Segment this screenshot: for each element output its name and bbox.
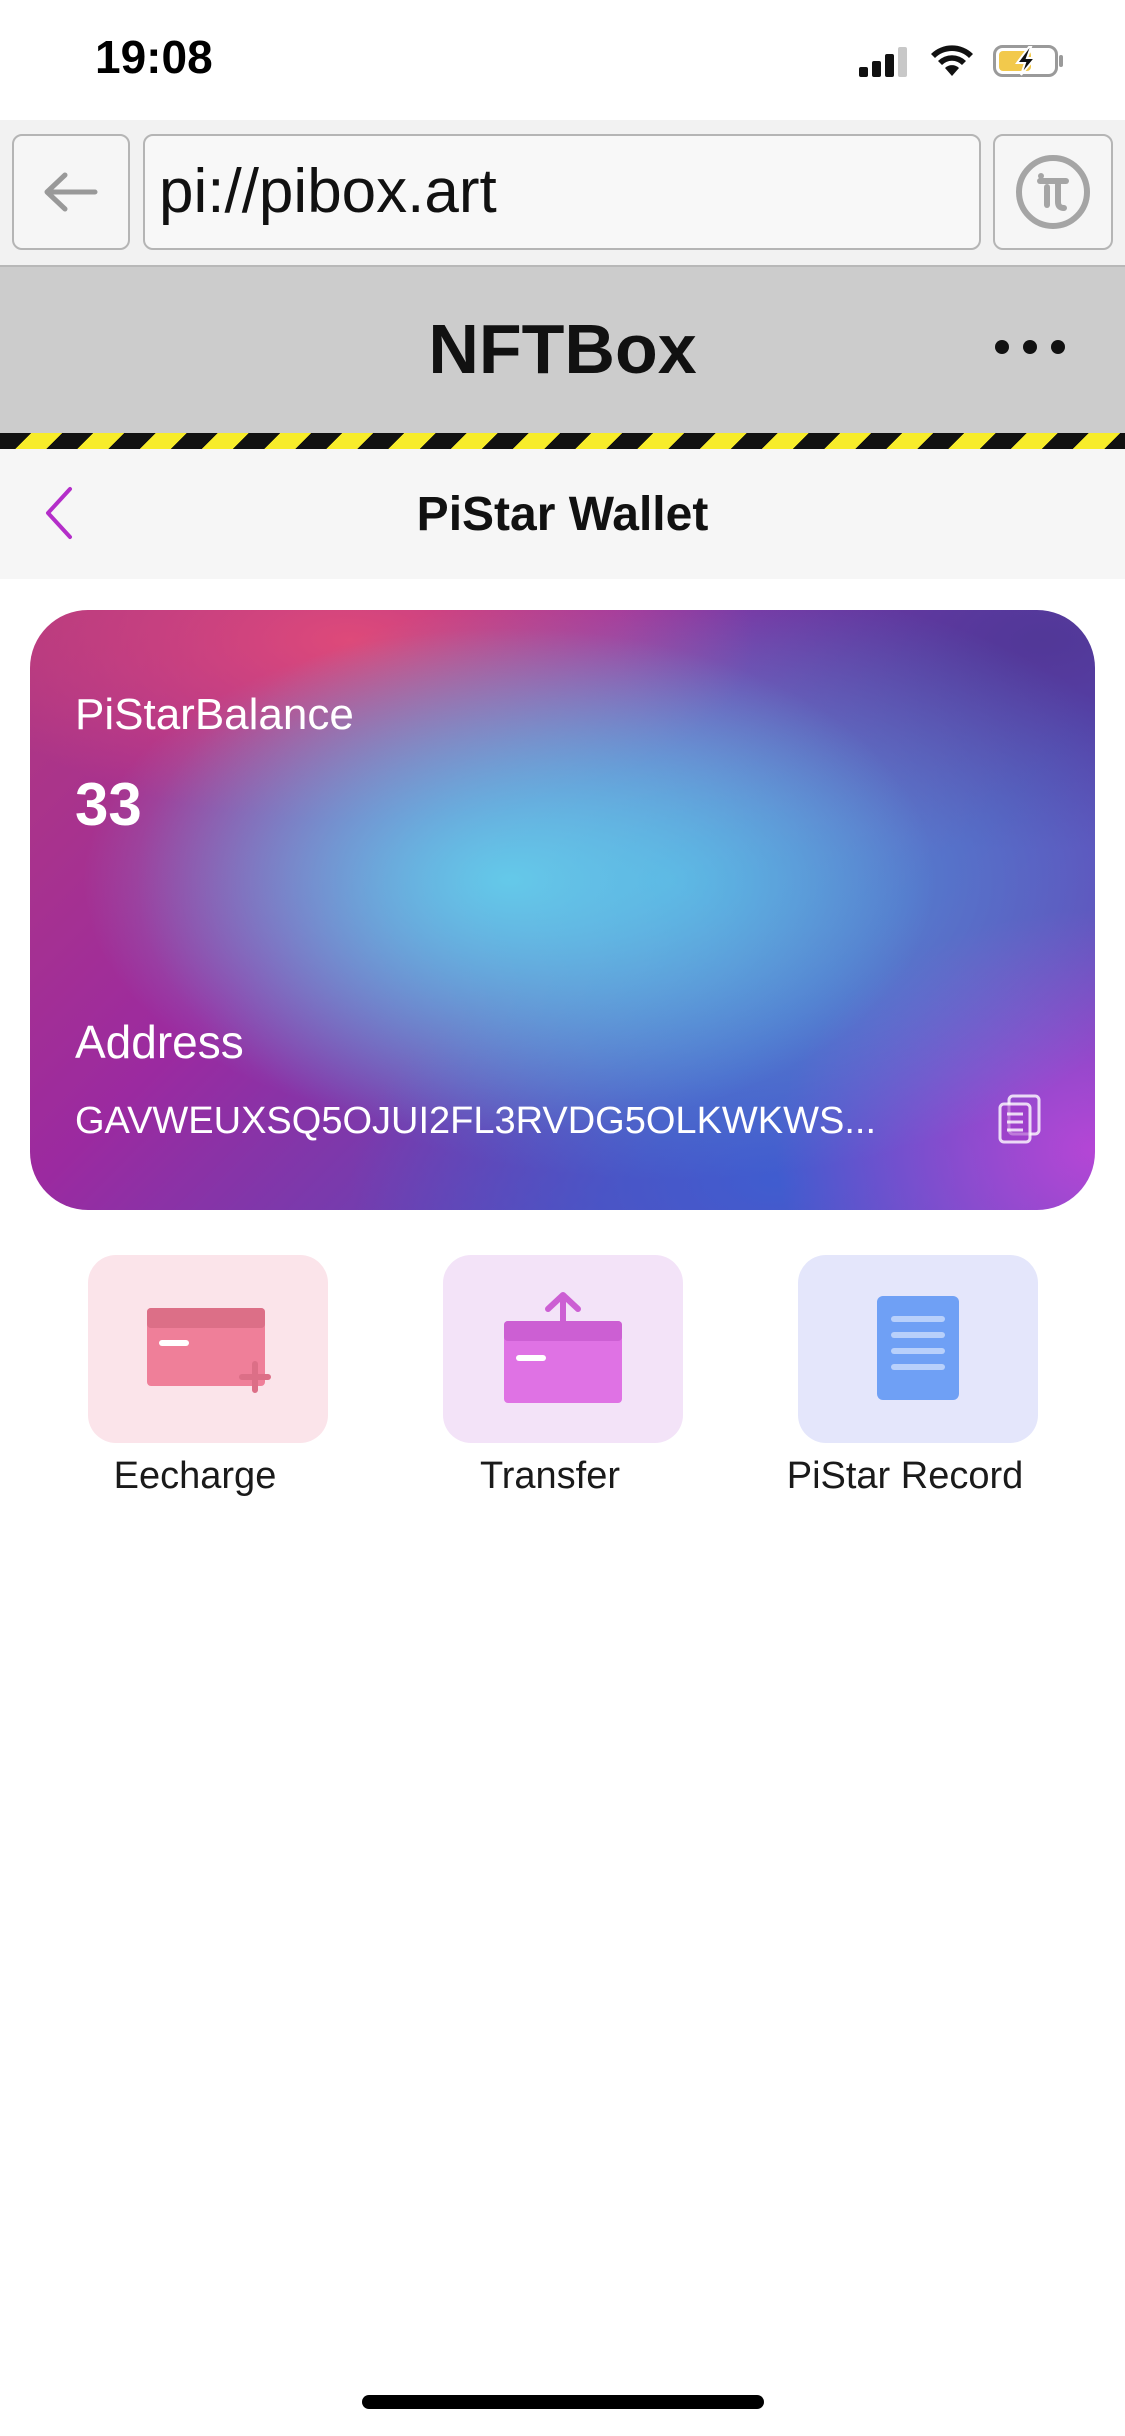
action-pistar-record[interactable]: PiStar Record <box>755 1255 1055 1515</box>
more-dot <box>1051 340 1065 354</box>
more-dot <box>995 340 1009 354</box>
hazard-stripe <box>0 433 1125 449</box>
balance-value: 33 <box>75 771 142 838</box>
wifi-icon <box>931 45 973 76</box>
action-recharge[interactable]: Eecharge <box>45 1255 345 1515</box>
document-icon <box>877 1296 959 1400</box>
recharge-tile[interactable] <box>88 1255 328 1443</box>
balance-label: PiStarBalance <box>75 690 354 739</box>
home-indicator <box>362 2395 764 2409</box>
pistar-record-label: PiStar Record <box>786 1455 1024 1497</box>
app-header: NFTBox <box>0 265 1125 433</box>
wallet-card: PiStarBalance 33 Address GAVWEUXSQ5OJUI2… <box>30 610 1095 1210</box>
address-value: GAVWEUXSQ5OJUI2FL3RVDG5OLKWKWS... <box>75 1100 877 1142</box>
more-dot <box>1023 340 1037 354</box>
card-upload-icon <box>504 1292 622 1403</box>
transfer-label: Transfer <box>479 1455 621 1497</box>
recharge-label: Eecharge <box>113 1455 277 1497</box>
card-add-icon <box>147 1308 271 1393</box>
more-options-button[interactable] <box>995 327 1065 367</box>
address-label: Address <box>75 1016 244 1068</box>
pistar-record-tile[interactable] <box>798 1255 1038 1443</box>
copy-address-button[interactable] <box>997 1094 1043 1144</box>
pi-browser-button[interactable] <box>993 134 1113 250</box>
status-time: 19:08 <box>95 31 213 83</box>
browser-back-button[interactable] <box>12 134 130 250</box>
page-header: PiStar Wallet <box>0 449 1125 579</box>
arrow-left-icon <box>44 172 98 212</box>
status-icons <box>859 36 1065 86</box>
transfer-tile[interactable] <box>443 1255 683 1443</box>
signal-icon <box>859 47 907 77</box>
url-field[interactable]: pi://pibox.art <box>143 134 981 250</box>
battery-charging-icon <box>993 45 1063 77</box>
copy-icon <box>998 1094 1041 1144</box>
pi-logo-icon <box>1016 155 1090 229</box>
browser-bar: pi://pibox.art <box>0 120 1125 265</box>
action-transfer[interactable]: Transfer <box>400 1255 700 1515</box>
status-bar: 19:08 <box>0 0 1125 120</box>
page-title: PiStar Wallet <box>416 488 709 541</box>
app-title: NFTBox <box>428 310 697 388</box>
